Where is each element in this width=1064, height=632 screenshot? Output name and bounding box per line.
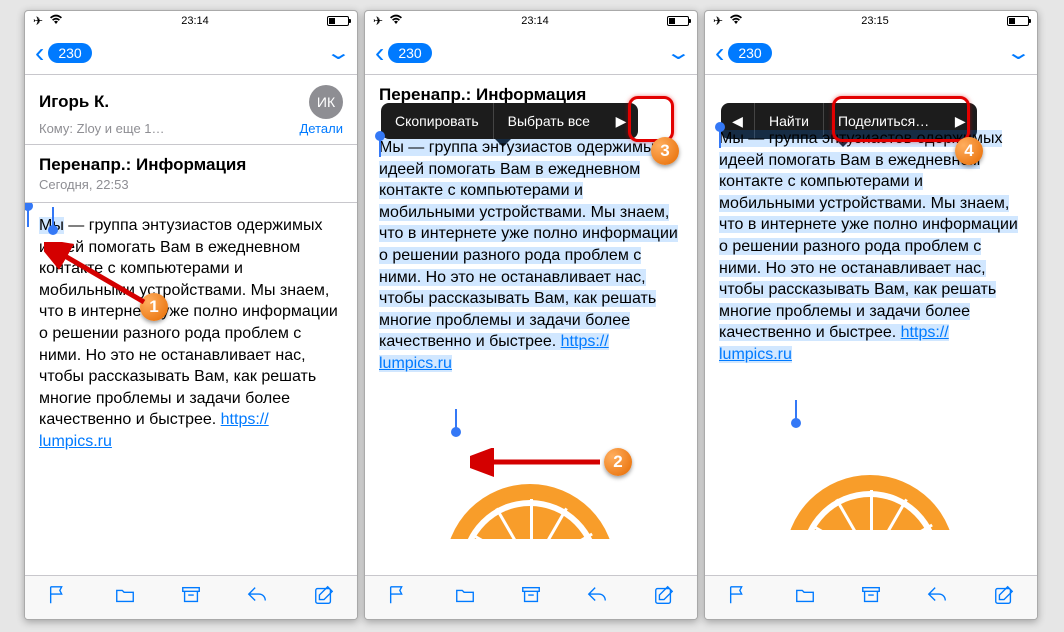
selection-stem-end [795, 400, 797, 420]
airplane-icon: ✈ [33, 14, 43, 28]
message-body[interactable]: Мы — группа энтузиастов одержимых идеей … [365, 109, 697, 539]
selection-stem [379, 137, 381, 157]
selected-text[interactable]: Мы — группа энтузиастов одержимых идеей … [379, 139, 678, 372]
battery-icon [327, 16, 349, 26]
archive-icon[interactable] [519, 584, 543, 612]
reply-icon[interactable] [245, 584, 269, 612]
selected-text[interactable]: Мы — группа энтузиастов одержимых идеей … [719, 130, 1018, 363]
status-bar: ✈ 23:14 [25, 11, 357, 31]
unread-badge[interactable]: 230 [48, 43, 91, 63]
selection-handle-end[interactable] [791, 418, 801, 428]
phone-screenshot-2: ✈ 23:14 ‹ 230 ⌄ Перенапр.: Информация Ск… [364, 10, 698, 620]
selection-stem-end [455, 409, 457, 429]
phone-screenshot-3: ✈ 23:15 ‹ 230 ⌄ ◀ Найти Поделиться… ▶ Мы… [704, 10, 1038, 620]
details-button[interactable]: Детали [300, 121, 344, 136]
compose-icon[interactable] [652, 584, 676, 612]
subject-title: Перенапр.: Информация [39, 155, 343, 175]
orange-image [785, 475, 955, 530]
nav-bar: ‹ 230 ⌄ [705, 31, 1037, 75]
bottom-toolbar [365, 575, 697, 619]
compose-icon[interactable] [312, 584, 336, 612]
compose-icon[interactable] [992, 584, 1016, 612]
unread-badge[interactable]: 230 [728, 43, 771, 63]
selection-stem [719, 128, 721, 148]
nav-bar: ‹ 230 ⌄ [25, 31, 357, 75]
flag-icon[interactable] [726, 584, 750, 612]
phone-screenshot-1: ✈ 23:14 ‹ 230 ⌄ Игорь К. ИК Кому: Zloy и… [24, 10, 358, 620]
folder-icon[interactable] [793, 584, 817, 612]
reply-icon[interactable] [925, 584, 949, 612]
back-button[interactable]: ‹ [375, 37, 384, 69]
message-header: Игорь К. ИК Кому: Zloy и еще 1… Детали [25, 75, 357, 145]
wifi-icon [49, 14, 63, 28]
status-time: 23:14 [181, 15, 209, 27]
message-body[interactable]: Мы — группа энтузиастов одержимых идеей … [25, 203, 357, 620]
unread-badge[interactable]: 230 [388, 43, 431, 63]
battery-icon [667, 16, 689, 26]
selection-stem-end [52, 207, 54, 227]
reply-icon[interactable] [585, 584, 609, 612]
airplane-icon: ✈ [713, 14, 723, 28]
to-field[interactable]: Кому: Zloy и еще 1… [39, 121, 165, 136]
selection-handle-end[interactable] [451, 427, 461, 437]
next-message-button[interactable]: ⌄ [1005, 40, 1032, 65]
battery-icon [1007, 16, 1029, 26]
sender-name[interactable]: Игорь К. [39, 92, 109, 112]
archive-icon[interactable] [859, 584, 883, 612]
subject-date: Сегодня, 22:53 [39, 177, 343, 192]
folder-icon[interactable] [113, 584, 137, 612]
subject-block: Перенапр.: Информация Сегодня, 22:53 [25, 145, 357, 203]
nav-bar: ‹ 230 ⌄ [365, 31, 697, 75]
bottom-toolbar [25, 575, 357, 619]
wifi-icon [389, 14, 403, 28]
status-bar: ✈ 23:15 [705, 11, 1037, 31]
next-message-button[interactable]: ⌄ [325, 40, 352, 65]
folder-icon[interactable] [453, 584, 477, 612]
airplane-icon: ✈ [373, 14, 383, 28]
status-time: 23:15 [861, 15, 889, 27]
avatar[interactable]: ИК [309, 85, 343, 119]
next-message-button[interactable]: ⌄ [665, 40, 692, 65]
back-button[interactable]: ‹ [35, 37, 44, 69]
orange-image [445, 484, 615, 539]
status-time: 23:14 [521, 15, 549, 27]
archive-icon[interactable] [179, 584, 203, 612]
selection-stem [27, 207, 29, 227]
selection-handle-end[interactable] [48, 225, 58, 235]
status-bar: ✈ 23:14 [365, 11, 697, 31]
back-button[interactable]: ‹ [715, 37, 724, 69]
flag-icon[interactable] [386, 584, 410, 612]
message-body[interactable]: Мы — группа энтузиастов одержимых идеей … [705, 100, 1037, 530]
bottom-toolbar [705, 575, 1037, 619]
flag-icon[interactable] [46, 584, 70, 612]
wifi-icon [729, 14, 743, 28]
